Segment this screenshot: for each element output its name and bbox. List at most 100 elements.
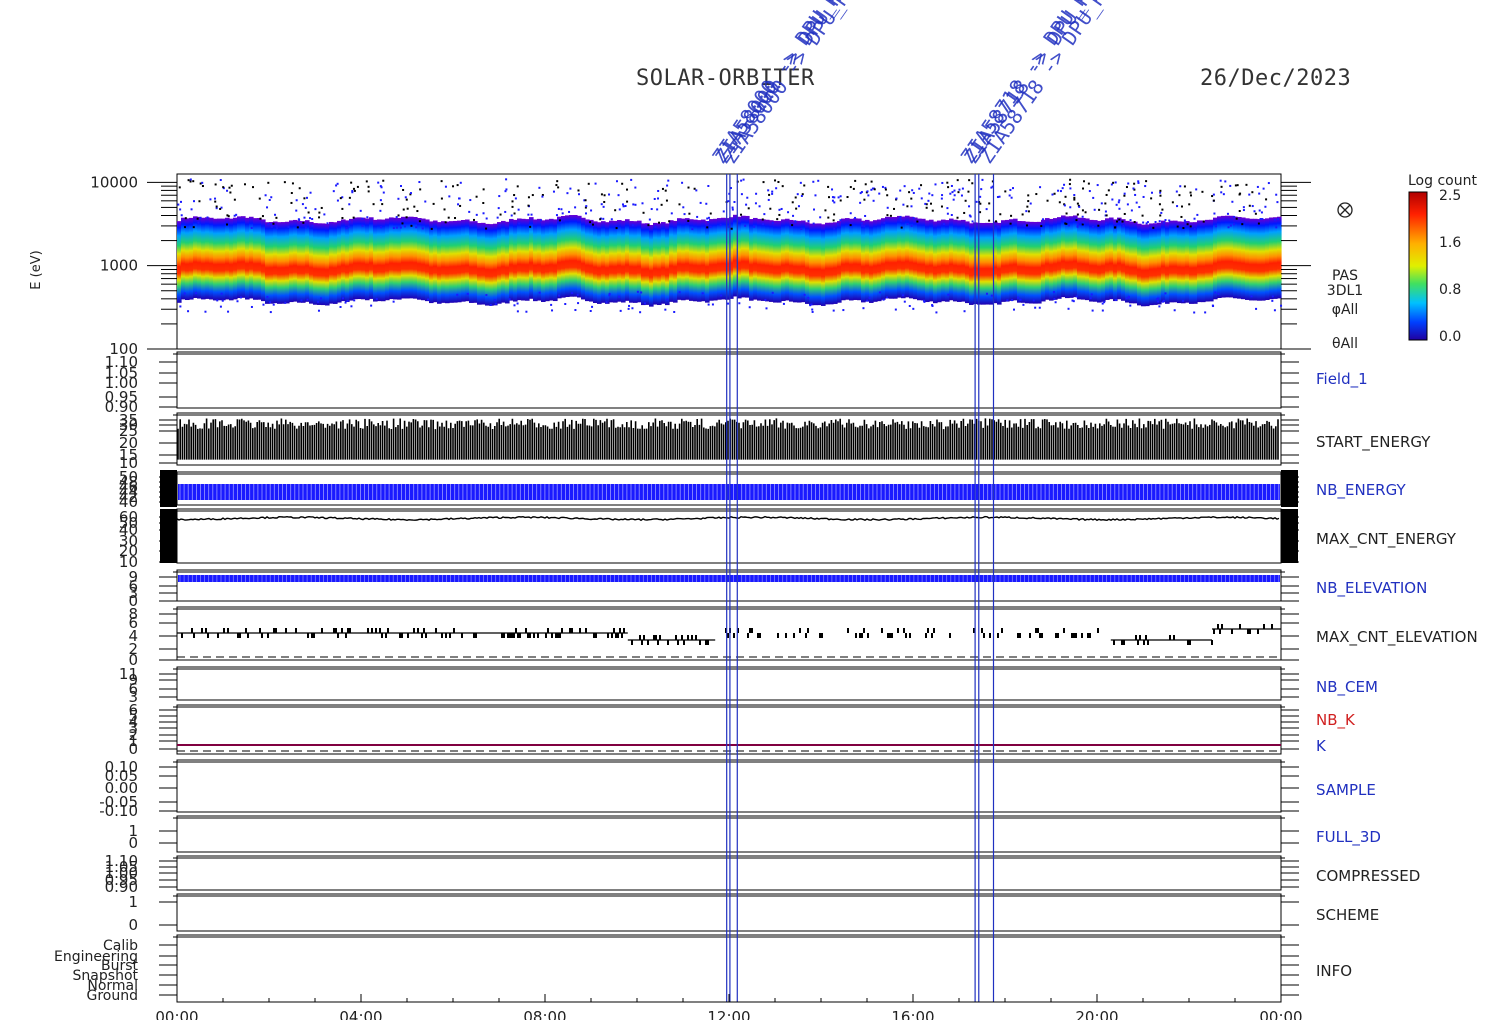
spectrogram-speckle: [1006, 299, 1009, 302]
panel-frame: [176, 704, 1282, 755]
spectrogram-column: [1053, 218, 1058, 300]
spectrogram-speckle: [898, 217, 901, 220]
spectrogram-speckle: [1138, 206, 1141, 209]
spectrogram-speckle: [1112, 181, 1115, 184]
spectrogram-speckle: [1212, 193, 1215, 196]
spectrogram-column: [213, 218, 218, 301]
spectrogram-speckle: [701, 292, 704, 295]
spectrogram-speckle: [1180, 205, 1183, 208]
spectrogram-speckle: [301, 203, 304, 206]
spectrogram-speckle: [1022, 303, 1025, 306]
spectrogram-speckle: [1063, 183, 1066, 186]
spectrogram-speckle: [682, 206, 685, 209]
spectrogram-speckle: [1229, 184, 1232, 187]
spectrogram-speckle: [1081, 223, 1084, 226]
spectrogram-column: [937, 220, 942, 303]
spectrogram-speckle: [1076, 213, 1079, 216]
spectrogram-y-tick-label: 1000: [100, 257, 138, 275]
spectrogram-column: [401, 216, 406, 299]
spectrogram-speckle: [615, 227, 618, 230]
spectrogram-speckle: [1129, 219, 1132, 222]
spectrogram-speckle: [304, 206, 307, 209]
spectrogram-speckle: [654, 225, 657, 228]
spectrogram-column: [449, 221, 454, 303]
spectrogram-column: [833, 222, 838, 304]
spectrogram-speckle: [912, 191, 915, 194]
spectrogram-speckle: [906, 205, 909, 208]
spectrogram-speckle: [266, 295, 269, 298]
spectrogram-speckle: [227, 215, 230, 218]
spectrogram-column: [845, 218, 850, 300]
spectrogram-column: [1205, 219, 1210, 302]
spectrogram-speckle: [367, 185, 370, 188]
spectrogram-column: [705, 220, 710, 303]
spectrogram-speckle: [787, 211, 790, 214]
spectrogram-speckle: [813, 208, 816, 211]
spectrogram-speckle: [568, 210, 571, 213]
spectrogram-speckle: [556, 180, 559, 183]
spectrogram-column: [809, 223, 814, 306]
spectrogram-column: [873, 220, 878, 302]
spectrogram-column: [853, 218, 858, 300]
spectrogram-speckle: [619, 309, 622, 312]
spectrogram-column: [185, 218, 190, 301]
spectrogram-speckle: [968, 179, 971, 182]
spectrogram-column: [1013, 218, 1018, 301]
spectrogram-speckle: [469, 199, 472, 202]
max-cnt-elevation-trace: [181, 624, 1273, 645]
spectrogram-speckle: [1076, 223, 1079, 226]
spectrogram-speckle: [1123, 192, 1126, 195]
spectrogram-speckle: [405, 216, 408, 219]
spectrogram-speckle: [1082, 221, 1085, 224]
spectrogram-speckle: [722, 210, 725, 213]
spectrogram-speckle: [1188, 203, 1191, 206]
spectrogram-speckle: [192, 200, 195, 203]
spectrogram-column: [665, 223, 670, 306]
spectrogram-speckle: [935, 311, 938, 314]
spectrogram-speckle: [1175, 190, 1178, 193]
spectrogram-speckle: [683, 213, 686, 216]
spectrogram-speckle: [727, 200, 730, 203]
spectrogram-speckle: [908, 191, 911, 194]
spectrogram-speckle: [1025, 210, 1028, 213]
panel-label: MAX_CNT_ENERGY: [1316, 530, 1457, 549]
spectrogram-speckle: [1034, 306, 1037, 309]
spectrogram-column: [393, 217, 398, 300]
spectrogram-speckle: [447, 216, 450, 219]
spectrogram-speckle: [404, 196, 407, 199]
panel-label: K: [1316, 737, 1327, 755]
spectrogram-speckle: [1121, 220, 1124, 223]
spectrogram-speckle: [179, 200, 182, 203]
spectrogram-column: [533, 219, 538, 302]
spectrogram-speckle: [801, 193, 804, 196]
spectrogram-speckle: [748, 306, 751, 309]
spectrogram-speckle: [1220, 191, 1223, 194]
spectrogram-speckle: [1125, 186, 1128, 189]
spectrogram-column: [1009, 219, 1014, 301]
spectrogram-column: [453, 220, 458, 303]
spectrogram-speckle: [771, 221, 774, 224]
spectrogram-speckle: [187, 310, 190, 313]
spectrogram-speckle: [1262, 187, 1265, 190]
spectrogram-column: [1049, 218, 1054, 301]
spectrogram-speckle: [1189, 191, 1192, 194]
spectrogram-speckle: [454, 217, 457, 220]
spectrogram-side-label: φAll: [1332, 302, 1359, 318]
spectrogram-speckle: [577, 189, 580, 192]
panel-tick-label: 0: [128, 834, 138, 852]
spectrogram-column: [629, 221, 634, 303]
spectrogram-speckle: [229, 191, 232, 194]
spectrogram-speckle: [814, 194, 817, 197]
spectrogram-speckle: [557, 207, 560, 210]
spectrogram-column: [829, 222, 834, 305]
spectrogram-column: [397, 217, 402, 300]
spectrogram-speckle: [660, 203, 663, 206]
spectrogram-speckle: [994, 227, 997, 230]
spectrogram-speckle: [872, 199, 875, 202]
colorbar-tick-label: 0.0: [1439, 329, 1461, 345]
spectrogram-speckle: [860, 222, 863, 225]
spectrogram-column: [177, 221, 182, 303]
spectrogram-speckle: [1076, 225, 1079, 228]
spectrogram-speckle: [1026, 224, 1029, 227]
spectrogram-speckle: [893, 207, 896, 210]
